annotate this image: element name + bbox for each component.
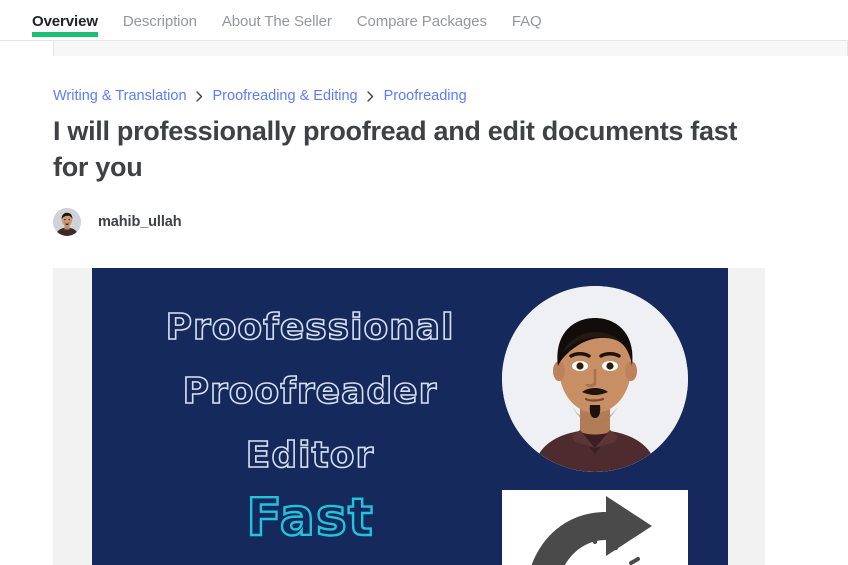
gig-gallery[interactable]: Proofessional Proofreader Editor Fast (53, 268, 765, 565)
tab-description-label: Description (122, 12, 197, 30)
breadcrumb-item-subcategory[interactable]: Proofreading & Editing (213, 89, 358, 104)
gig-image-headline-line-2: Proofreader (182, 370, 438, 413)
gig-cover-image[interactable]: Proofessional Proofreader Editor Fast (92, 268, 728, 565)
gig-image-headline-line-1: Proofessional (165, 306, 455, 349)
tab-compare-packages[interactable]: Compare Packages (357, 0, 487, 41)
breadcrumb-item-category[interactable]: Writing & Translation (53, 89, 187, 104)
gig-image-headline-line-3: Editor (245, 434, 375, 477)
tab-description[interactable]: Description (123, 0, 197, 41)
seller-row: mahib_ullah (53, 206, 182, 238)
fast-delivery-clock-icon (502, 490, 688, 565)
tab-about-the-seller-label: About The Seller (221, 12, 332, 30)
gig-main-content: Writing & Translation Proofreading & Edi… (53, 56, 848, 565)
tab-compare-packages-label: Compare Packages (356, 12, 487, 30)
gig-page: Overview Description About The Seller Co… (0, 0, 848, 565)
seller-portrait-photo (502, 286, 688, 472)
gig-nav-tabs: Overview Description About The Seller Co… (32, 0, 567, 40)
page-title: I will professionally proofread and edit… (53, 116, 738, 182)
breadcrumb: Writing & Translation Proofreading & Edi… (53, 89, 467, 104)
gig-nav-tabbar: Overview Description About The Seller Co… (0, 0, 848, 41)
tab-overview-label: Overview (32, 12, 98, 30)
breadcrumb-item-nested-subcategory[interactable]: Proofreading (384, 89, 467, 104)
chevron-right-icon (187, 91, 213, 102)
tab-faq-label: FAQ (511, 12, 542, 30)
seller-username[interactable]: mahib_ullah (98, 214, 182, 230)
tab-about-the-seller[interactable]: About The Seller (222, 0, 332, 41)
tab-faq[interactable]: FAQ (512, 0, 542, 41)
content-top-band (53, 41, 848, 56)
tab-overview[interactable]: Overview (32, 0, 98, 41)
active-tab-underline (32, 32, 98, 37)
gig-image-subline: Fast (245, 488, 374, 548)
avatar[interactable] (53, 208, 81, 236)
gig-image-headline: Proofessional Proofreader Editor (130, 296, 490, 488)
chevron-right-icon-2 (358, 91, 384, 102)
